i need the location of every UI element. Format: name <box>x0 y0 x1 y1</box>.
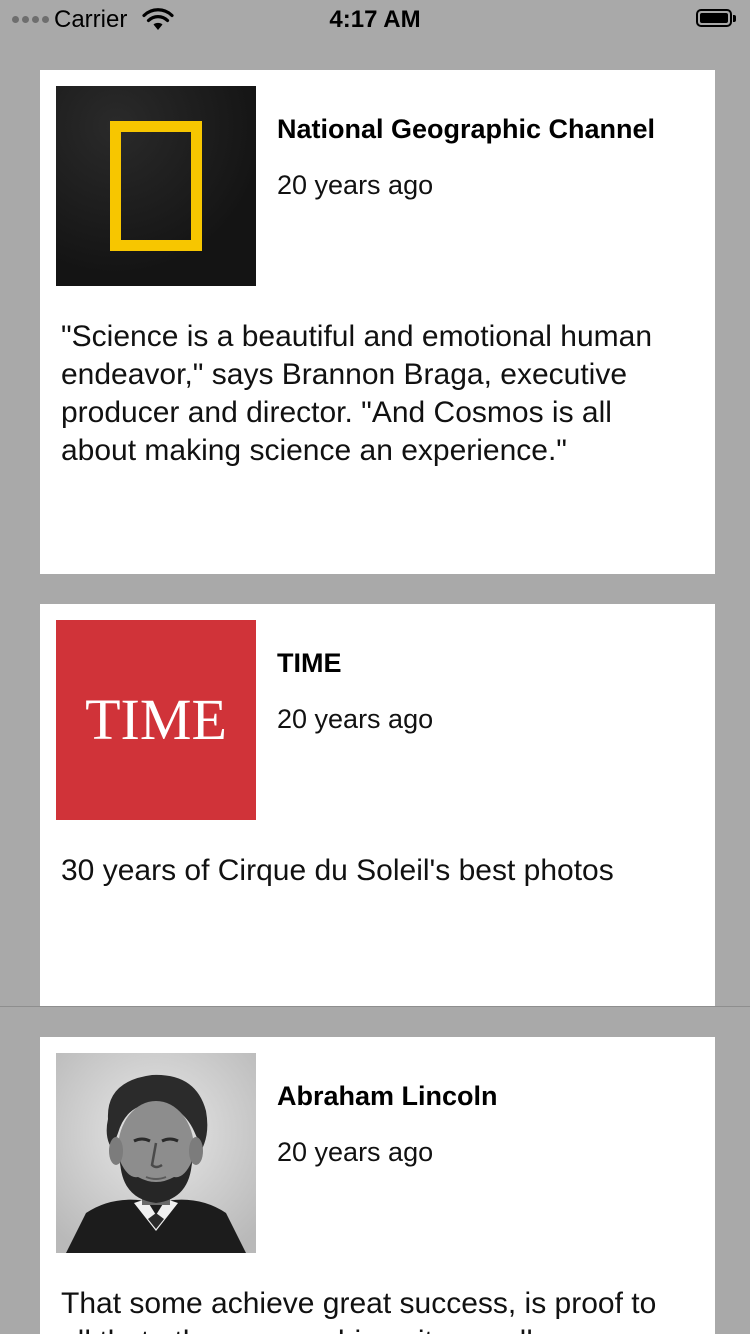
feed-card[interactable]: Abraham Lincoln 20 years ago That some a… <box>40 1037 715 1334</box>
post-text: 30 years of Cirque du Soleil's best phot… <box>61 854 614 887</box>
battery-icon <box>696 9 738 29</box>
national-geographic-logo-icon <box>56 86 256 286</box>
time-logo-icon: TIME <box>56 620 256 820</box>
lincoln-portrait-icon <box>56 1053 256 1253</box>
feed-card[interactable]: TIME TIME 20 years ago 30 years of Cirqu… <box>40 604 715 1006</box>
timestamp: 20 years ago <box>277 704 434 734</box>
post-text: "Science is a beautiful and emotional hu… <box>61 320 653 467</box>
source-name: National Geographic Channel <box>277 114 656 144</box>
source-name: TIME <box>277 648 342 678</box>
timestamp: 20 years ago <box>277 170 434 200</box>
screen: Carrier 4:17 AM National Geographic Chan… <box>0 0 750 1334</box>
source-name: Abraham Lincoln <box>277 1081 498 1111</box>
status-bar: Carrier 4:17 AM <box>0 0 750 40</box>
timestamp: 20 years ago <box>277 1137 434 1167</box>
feed-card[interactable]: National Geographic Channel 20 years ago… <box>40 70 715 574</box>
clock: 4:17 AM <box>329 6 421 33</box>
time-logo-text: TIME <box>85 687 227 752</box>
divider <box>0 1006 750 1007</box>
post-text: That some achieve great success, is proo… <box>61 1287 657 1334</box>
